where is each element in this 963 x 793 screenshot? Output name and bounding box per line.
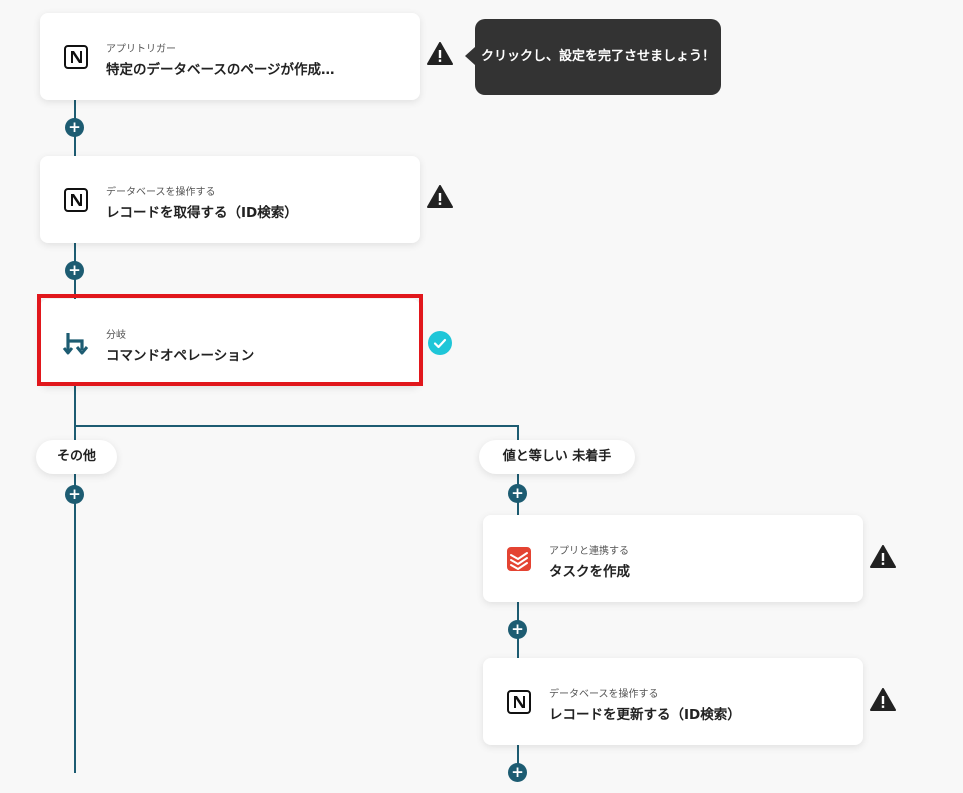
notion-icon: [62, 43, 90, 71]
branch-label-equals[interactable]: 値と等しい 未着手: [479, 440, 635, 474]
step-subtitle: アプリと連携する: [549, 546, 629, 557]
add-step-button[interactable]: +: [65, 261, 84, 280]
warning-icon: [427, 42, 453, 66]
notion-icon: [505, 688, 533, 716]
step-card-trigger[interactable]: アプリトリガー 特定のデータベースのページが作成…: [40, 13, 420, 100]
notion-icon: [62, 186, 90, 214]
step-title: 特定のデータベースのページが作成…: [106, 62, 335, 78]
step-card-create-task[interactable]: アプリと連携する タスクを作成: [483, 515, 863, 602]
step-title: レコードを更新する（ID検索）: [549, 707, 741, 723]
warning-icon: [427, 185, 453, 209]
warning-icon: [870, 688, 896, 712]
step-subtitle: データベースを操作する: [549, 689, 659, 700]
tooltip: クリックし、設定を完了させましょう！: [475, 19, 721, 95]
check-icon: [428, 331, 452, 355]
warning-icon: [870, 545, 896, 569]
todoist-icon: [505, 545, 533, 573]
add-step-button[interactable]: +: [508, 763, 527, 782]
step-card-update-record[interactable]: データベースを操作する レコードを更新する（ID検索）: [483, 658, 863, 745]
step-card-get-record[interactable]: データベースを操作する レコードを取得する（ID検索）: [40, 156, 420, 243]
add-step-button[interactable]: +: [65, 485, 84, 504]
connector-line: [75, 425, 519, 427]
step-title: レコードを取得する（ID検索）: [106, 205, 298, 221]
step-subtitle: データベースを操作する: [106, 187, 216, 198]
add-step-button[interactable]: +: [508, 484, 527, 503]
step-subtitle: アプリトリガー: [106, 44, 176, 55]
step-title: タスクを作成: [549, 564, 630, 580]
tooltip-arrow: [465, 47, 475, 65]
branch-label-other[interactable]: その他: [36, 440, 117, 474]
highlight-box: [37, 294, 423, 386]
add-step-button[interactable]: +: [65, 118, 84, 137]
add-step-button[interactable]: +: [508, 620, 527, 639]
